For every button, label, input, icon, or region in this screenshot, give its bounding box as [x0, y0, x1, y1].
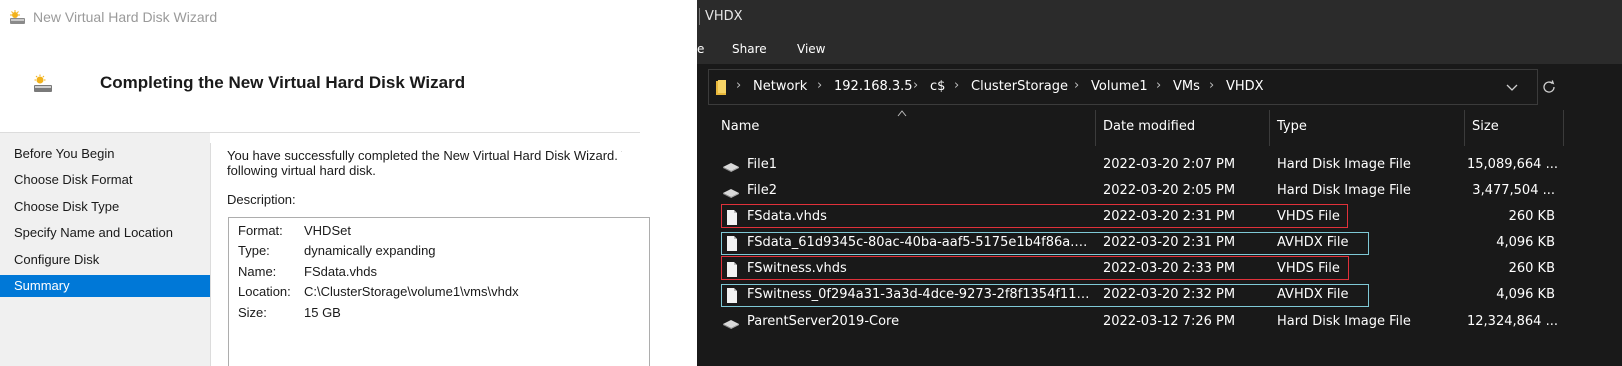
description-key: Type:	[238, 243, 270, 258]
chevron-right-icon[interactable]: ›	[817, 78, 822, 93]
file-size: 15,089,664 ...	[1467, 157, 1558, 172]
tab-share[interactable]: Share	[732, 42, 767, 56]
column-header-size[interactable]: Size	[1472, 119, 1499, 134]
column-divider[interactable]	[1563, 110, 1564, 146]
breadcrumb-clusterstorage[interactable]: ClusterStorage	[971, 79, 1068, 94]
file-row[interactable]: ParentServer2019-Core 2022-03-12 7:26 PM…	[697, 309, 1622, 335]
disk-image-icon	[723, 189, 739, 198]
disk-image-icon	[723, 163, 739, 172]
wizard-steps-nav: Before You Begin Choose Disk Format Choo…	[0, 133, 210, 366]
file-size: 4,096 KB	[1496, 235, 1555, 250]
nav-divider	[210, 143, 211, 366]
chevron-right-icon[interactable]: ›	[913, 78, 918, 93]
refresh-icon[interactable]	[1540, 78, 1558, 96]
file-size: 12,324,864 ...	[1467, 314, 1558, 329]
chevron-right-icon: ›	[736, 78, 742, 93]
description-row-location: Location: C:\ClusterStorage\volume1\vms\v…	[238, 284, 519, 299]
nav-step-specify-name-location[interactable]: Specify Name and Location	[0, 222, 210, 244]
file-row[interactable]: File1 2022-03-20 2:07 PM Hard Disk Image…	[697, 152, 1622, 178]
window-title: New Virtual Hard Disk Wizard	[33, 9, 218, 25]
window-title: VHDX	[705, 9, 743, 24]
description-box: Format: VHDSet Type: dynamically expanding…	[228, 217, 650, 366]
file-name: File2	[747, 183, 778, 198]
vhds-highlight-box	[721, 204, 1348, 228]
file-explorer-window: VHDX e Share View › Network › 192.168.3.…	[697, 0, 1622, 366]
file-type: Hard Disk Image File	[1277, 314, 1411, 329]
description-label: Description:	[227, 192, 296, 207]
completion-message-line: You have successfully completed the New …	[227, 148, 622, 163]
file-type: Hard Disk Image File	[1277, 183, 1411, 198]
title-bar	[697, 0, 1622, 34]
description-key: Format:	[238, 223, 283, 238]
description-value: FSdata.vhds	[304, 264, 377, 279]
file-type: Hard Disk Image File	[1277, 157, 1411, 172]
disk-wizard-icon	[10, 10, 25, 24]
file-name: File1	[747, 157, 778, 172]
description-key: Name:	[238, 264, 277, 279]
description-row-name: Name: FSdata.vhds	[238, 264, 377, 279]
file-size: 260 KB	[1508, 209, 1555, 224]
ribbon	[697, 34, 1622, 64]
description-key: Size:	[238, 305, 267, 320]
avhdx-highlight-box	[721, 232, 1369, 255]
file-size: 3,477,504 ...	[1472, 183, 1555, 198]
file-date: 2022-03-20 2:07 PM	[1103, 157, 1236, 172]
description-row-format: Format: VHDSet	[238, 223, 351, 238]
nav-step-configure-disk[interactable]: Configure Disk	[0, 249, 210, 271]
disk-image-icon	[723, 320, 739, 329]
avhdx-highlight-box	[721, 284, 1369, 307]
nav-step-summary[interactable]: Summary	[0, 275, 210, 297]
wizard-window: New Virtual Hard Disk Wizard Completing …	[0, 0, 680, 366]
completion-message-line: following virtual hard disk.	[227, 163, 376, 178]
breadcrumb-vhdx[interactable]: VHDX	[1226, 79, 1264, 94]
description-value: dynamically expanding	[304, 243, 436, 258]
folder-icon	[716, 80, 726, 95]
disk-wizard-icon	[34, 74, 52, 92]
column-divider[interactable]	[1095, 110, 1096, 146]
description-value: C:\ClusterStorage\volume1\vms\vhdx	[304, 284, 519, 299]
chevron-right-icon[interactable]: ›	[1156, 78, 1161, 93]
sort-ascending-icon	[897, 110, 907, 117]
breadcrumb-network[interactable]: Network	[753, 79, 807, 94]
file-date: 2022-03-20 2:05 PM	[1103, 183, 1236, 198]
file-date: 2022-03-12 7:26 PM	[1103, 314, 1236, 329]
page-heading: Completing the New Virtual Hard Disk Wiz…	[100, 73, 466, 92]
file-row[interactable]: File2 2022-03-20 2:05 PM Hard Disk Image…	[697, 178, 1622, 204]
chevron-down-icon[interactable]	[1505, 80, 1519, 94]
address-bar[interactable]: › Network › 192.168.3.5 › c$ › ClusterSt…	[708, 69, 1538, 105]
chevron-right-icon[interactable]: ›	[1209, 78, 1214, 93]
description-row-size: Size: 15 GB	[238, 305, 341, 320]
column-divider[interactable]	[1464, 110, 1465, 146]
description-value: VHDSet	[304, 223, 351, 238]
nav-step-before-you-begin[interactable]: Before You Begin	[0, 143, 210, 165]
breadcrumb-vms[interactable]: VMs	[1173, 79, 1200, 94]
ribbon-tab-clipped[interactable]: e	[697, 42, 704, 56]
column-divider[interactable]	[1269, 110, 1270, 146]
file-size: 260 KB	[1508, 261, 1555, 276]
column-header-date[interactable]: Date modified	[1103, 119, 1195, 134]
vhds-highlight-box	[721, 256, 1349, 280]
description-key: Location:	[238, 284, 291, 299]
chevron-right-icon[interactable]: ›	[954, 78, 959, 93]
file-name: ParentServer2019-Core	[747, 314, 900, 329]
breadcrumb-share[interactable]: c$	[930, 79, 945, 94]
completion-message: You have successfully completed the New …	[227, 148, 622, 178]
tab-view[interactable]: View	[797, 42, 825, 56]
file-size: 4,096 KB	[1496, 287, 1555, 302]
column-header-type[interactable]: Type	[1277, 119, 1307, 134]
description-value: 15 GB	[304, 305, 341, 320]
breadcrumb-ip[interactable]: 192.168.3.5	[834, 79, 913, 94]
nav-step-choose-disk-format[interactable]: Choose Disk Format	[0, 169, 210, 191]
title-divider	[699, 8, 700, 25]
breadcrumb-volume1[interactable]: Volume1	[1091, 79, 1148, 94]
nav-step-choose-disk-type[interactable]: Choose Disk Type	[0, 196, 210, 218]
description-row-type: Type: dynamically expanding	[238, 243, 436, 258]
chevron-right-icon[interactable]: ›	[1074, 78, 1079, 93]
column-header-name[interactable]: Name	[721, 119, 759, 134]
